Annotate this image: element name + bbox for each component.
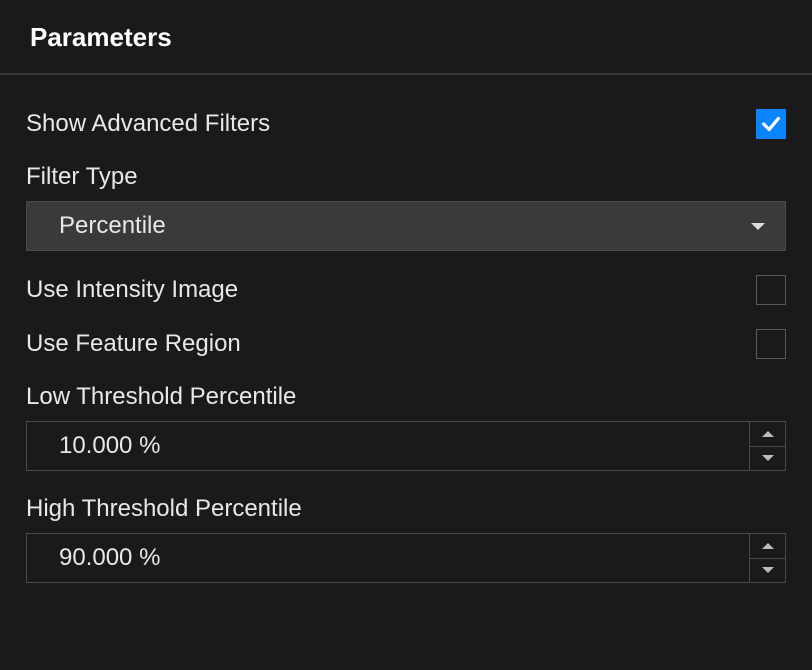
parameters-panel: Parameters Show Advanced Filters Filter … <box>0 0 812 670</box>
use-feature-region-label: Use Feature Region <box>26 330 241 358</box>
panel-title: Parameters <box>30 22 172 52</box>
show-advanced-filters-label: Show Advanced Filters <box>26 110 270 138</box>
use-intensity-image-checkbox[interactable] <box>756 275 786 305</box>
show-advanced-filters-row: Show Advanced Filters <box>26 109 786 139</box>
use-intensity-image-label: Use Intensity Image <box>26 276 238 304</box>
low-threshold-spinbox[interactable]: 10.000 % <box>26 421 786 471</box>
low-threshold-step-down[interactable] <box>750 447 785 471</box>
low-threshold-step-up[interactable] <box>750 422 785 447</box>
chevron-down-icon <box>762 455 774 461</box>
low-threshold-value: 10.000 % <box>27 422 749 470</box>
high-threshold-label: High Threshold Percentile <box>26 495 786 523</box>
chevron-down-icon <box>762 567 774 573</box>
high-threshold-steppers <box>749 534 785 582</box>
panel-header: Parameters <box>0 0 812 75</box>
chevron-down-icon <box>751 223 765 230</box>
high-threshold-value: 90.000 % <box>27 534 749 582</box>
use-intensity-image-row: Use Intensity Image <box>26 275 786 305</box>
high-threshold-step-up[interactable] <box>750 534 785 559</box>
low-threshold-label: Low Threshold Percentile <box>26 383 786 411</box>
filter-type-select[interactable]: Percentile <box>26 201 786 251</box>
high-threshold-spinbox[interactable]: 90.000 % <box>26 533 786 583</box>
high-threshold-step-down[interactable] <box>750 559 785 583</box>
use-feature-region-checkbox[interactable] <box>756 329 786 359</box>
panel-body: Show Advanced Filters Filter Type Percen… <box>0 75 812 583</box>
filter-type-label: Filter Type <box>26 163 786 191</box>
chevron-up-icon <box>762 543 774 549</box>
show-advanced-filters-checkbox[interactable] <box>756 109 786 139</box>
low-threshold-steppers <box>749 422 785 470</box>
check-icon <box>760 113 782 135</box>
use-feature-region-row: Use Feature Region <box>26 329 786 359</box>
filter-type-value: Percentile <box>59 212 166 240</box>
chevron-up-icon <box>762 431 774 437</box>
